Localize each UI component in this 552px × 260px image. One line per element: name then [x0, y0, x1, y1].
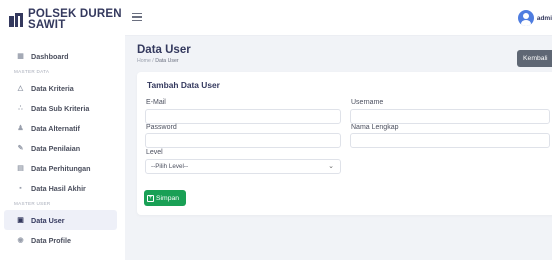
form-title: Tambah Data User: [147, 80, 220, 90]
brand-line-2: SAWIT: [28, 19, 66, 31]
sidebar-item-label: Data User: [31, 215, 65, 225]
sidebar-item-label: Data Perhitungan: [31, 163, 91, 173]
sidebar-item-data-user[interactable]: ▣ Data User: [4, 210, 117, 230]
sidebar-section-master-data: MASTER DATA: [14, 69, 50, 74]
password-field[interactable]: [145, 133, 341, 148]
users-icon: ♟: [17, 125, 24, 132]
nama-lengkap-field[interactable]: [350, 133, 550, 148]
level-selected-value: --Pilih Level--: [151, 163, 189, 170]
save-button[interactable]: + Simpan: [144, 190, 186, 206]
password-label: Password: [146, 124, 177, 131]
email-field[interactable]: [145, 109, 341, 124]
avatar: [517, 10, 534, 26]
kriteria-icon: △: [17, 85, 24, 92]
sidebar-item-data-perhitungan[interactable]: ▤ Data Perhitungan: [4, 158, 117, 178]
level-label: Level: [146, 149, 163, 156]
sidebar-item-label: Dashboard: [31, 51, 69, 61]
brand[interactable]: POLSEK DUREN SAWIT: [0, 0, 125, 40]
back-button[interactable]: Kembali: [517, 50, 552, 67]
sidebar-item-dashboard[interactable]: ▦ Dashboard: [4, 46, 117, 66]
sidebar: POLSEK DUREN SAWIT ▦ Dashboard MASTER DA…: [0, 0, 125, 260]
breadcrumb-separator: /: [152, 58, 154, 64]
breadcrumb-current: Data User: [155, 58, 179, 64]
sidebar-item-data-sub-kriteria[interactable]: ∴ Data Sub Kriteria: [4, 98, 117, 118]
sidebar-item-label: Data Profile: [31, 235, 71, 245]
profile-icon: ◉: [17, 237, 24, 244]
logo-icon: [8, 12, 24, 28]
page-header: Data User Home / Data User: [137, 44, 191, 64]
sidebar-item-data-hasil-akhir[interactable]: ▪ Data Hasil Akhir: [4, 178, 117, 198]
chevron-down-icon: ⌄: [328, 163, 334, 170]
user-name: admi: [536, 14, 552, 22]
calculator-icon: ▤: [17, 165, 24, 172]
sidebar-nav: ▦ Dashboard MASTER DATA △ Data Kriteria …: [0, 40, 125, 250]
sidebar-item-label: Data Penilaian: [31, 143, 81, 153]
sidebar-item-label: Data Hasil Akhir: [31, 183, 86, 193]
hamburger-menu-icon[interactable]: [132, 13, 142, 21]
sidebar-item-data-alternatif[interactable]: ♟ Data Alternatif: [4, 118, 117, 138]
level-select[interactable]: --Pilih Level-- ⌄: [145, 159, 341, 174]
page-title: Data User: [137, 44, 191, 56]
sidebar-item-label: Data Sub Kriteria: [31, 103, 90, 113]
sidebar-item-label: Data Kriteria: [31, 83, 74, 93]
username-label: Username: [351, 99, 384, 106]
save-button-label: Simpan: [156, 194, 180, 202]
sidebar-item-data-kriteria[interactable]: △ Data Kriteria: [4, 78, 117, 98]
sidebar-section-master-user: MASTER USER: [14, 201, 51, 206]
breadcrumb-home[interactable]: Home: [137, 58, 151, 64]
edit-icon: ✎: [17, 145, 24, 152]
sub-kriteria-icon: ∴: [18, 105, 23, 112]
plus-square-icon: +: [147, 194, 154, 202]
brand-title: POLSEK DUREN SAWIT: [28, 8, 122, 31]
nama-lengkap-label: Nama Lengkap: [351, 124, 399, 131]
chart-icon: ▪: [19, 184, 22, 192]
username-field[interactable]: [350, 109, 550, 124]
grid-icon: ▦: [17, 53, 24, 60]
breadcrumb: Home / Data User: [137, 58, 191, 64]
sidebar-item-label: Data Alternatif: [31, 123, 80, 133]
sidebar-item-data-penilaian[interactable]: ✎ Data Penilaian: [4, 138, 117, 158]
sidebar-item-data-profile[interactable]: ◉ Data Profile: [4, 230, 117, 250]
user-card-icon: ▣: [17, 217, 24, 224]
email-label: E-Mail: [146, 99, 166, 106]
user-menu[interactable]: admi: [517, 10, 552, 26]
form-card: Tambah Data User E-Mail Username Passwor…: [137, 72, 552, 215]
topbar: admi: [125, 0, 552, 36]
